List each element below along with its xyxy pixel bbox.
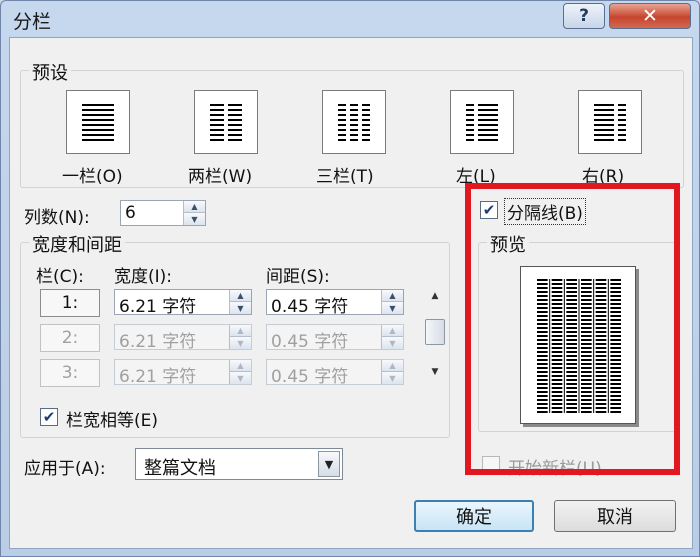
spin-down-icon[interactable]: ▼ [382,302,403,314]
column-3-spacing-spinner[interactable]: 0.45 字符 ▲ ▼ [266,359,404,387]
three-columns-icon [338,104,370,141]
column-3-spacing-value: 0.45 字符 [271,367,349,387]
column-1-width-spinner[interactable]: 6.21 字符 ▲ ▼ [114,289,252,317]
column-2-width-value: 6.21 字符 [119,332,197,352]
cancel-button[interactable]: 取消 [554,500,676,532]
chevron-down-icon[interactable]: ▼ [318,451,340,477]
spin-down-icon[interactable]: ▼ [382,337,403,349]
column-header-label: 栏(C): [36,267,84,287]
one-column-icon [82,104,114,141]
column-number-1: 1: [40,289,100,317]
column-1-spacing-value: 0.45 字符 [271,297,349,317]
scroll-thumb[interactable] [425,319,445,345]
column-3-spacing-spin-buttons: ▲ ▼ [381,360,403,384]
columns-scrollbar[interactable]: ▲ ▼ [422,287,448,383]
column-number-2: 2: [40,324,100,352]
width-spacing-group-title: 宽度和间距 [29,231,125,257]
column-1-width-value: 6.21 字符 [119,297,197,317]
highlight-annotation-box [465,183,680,475]
column-2-spacing-spinner[interactable]: 0.45 字符 ▲ ▼ [266,324,404,352]
spin-up-icon[interactable]: ▲ [382,325,403,337]
columns-count-spinner[interactable]: 6 ▲ ▼ [120,200,206,226]
spin-down-icon[interactable]: ▼ [382,372,403,384]
column-1-spacing-spinner[interactable]: 0.45 字符 ▲ ▼ [266,289,404,317]
spin-down-icon[interactable]: ▼ [230,337,251,349]
equal-width-checkbox[interactable]: ✔ [40,408,58,426]
spin-up-icon[interactable]: ▲ [382,290,403,302]
preset-right-button[interactable] [578,90,642,154]
preset-left-button[interactable] [450,90,514,154]
column-1-width-spin-buttons: ▲ ▼ [229,290,251,314]
columns-count-spin-buttons: ▲ ▼ [183,201,205,225]
column-2-width-spin-buttons: ▲ ▼ [229,325,251,349]
spacing-header-label: 间距(S): [266,267,330,287]
dialog-body: 预设 一栏(O) 两栏(W) 三栏(T) 左(L) 右(R) 列数(N): 6 … [9,37,693,549]
columns-count-label: 列数(N): [24,208,90,228]
spin-up-icon[interactable]: ▲ [184,201,205,213]
preset-three-columns-button[interactable] [322,90,386,154]
right-column-icon [594,104,626,141]
spin-down-icon[interactable]: ▼ [184,213,205,225]
ok-button[interactable]: 确定 [414,500,534,532]
column-3-width-spin-buttons: ▲ ▼ [229,360,251,384]
help-button[interactable]: ? [563,3,605,29]
spin-up-icon[interactable]: ▲ [382,360,403,372]
preset-two-columns-button[interactable] [194,90,258,154]
columns-count-value: 6 [125,203,136,223]
scroll-up-icon[interactable]: ▲ [422,287,448,305]
scroll-down-icon[interactable]: ▼ [422,363,448,381]
columns-dialog: 分栏 ? ✕ 预设 一栏(O) 两栏(W) 三栏(T) 左(L) 右(R) 列数… [0,0,700,557]
spin-down-icon[interactable]: ▼ [230,302,251,314]
preset-one-column-button[interactable] [66,90,130,154]
close-icon: ✕ [642,5,658,27]
column-3-width-value: 6.21 字符 [119,367,197,387]
checkmark-icon: ✔ [42,407,56,426]
column-1-spacing-spin-buttons: ▲ ▼ [381,290,403,314]
column-2-width-spinner[interactable]: 6.21 字符 ▲ ▼ [114,324,252,352]
apply-to-label: 应用于(A): [24,459,106,479]
presets-group-title: 预设 [29,59,71,85]
help-icon: ? [579,6,589,26]
equal-width-label: 栏宽相等(E) [66,411,159,431]
left-column-icon [466,104,498,141]
spin-up-icon[interactable]: ▲ [230,325,251,337]
dialog-title: 分栏 [13,11,52,33]
spin-up-icon[interactable]: ▲ [230,290,251,302]
column-number-3: 3: [40,359,100,387]
width-header-label: 宽度(I): [114,267,173,287]
close-button[interactable]: ✕ [609,3,691,29]
apply-to-combobox[interactable]: 整篇文档 ▼ [135,448,343,480]
column-3-width-spinner[interactable]: 6.21 字符 ▲ ▼ [114,359,252,387]
preset-two-columns-label: 两栏(W) [188,167,253,187]
preset-three-columns-label: 三栏(T) [316,167,374,187]
preset-one-column-label: 一栏(O) [62,167,123,187]
column-2-spacing-spin-buttons: ▲ ▼ [381,325,403,349]
spin-up-icon[interactable]: ▲ [230,360,251,372]
spin-down-icon[interactable]: ▼ [230,372,251,384]
two-columns-icon [210,104,242,141]
title-bar[interactable]: 分栏 ? ✕ [1,1,700,37]
apply-to-value: 整篇文档 [144,458,216,479]
column-2-spacing-value: 0.45 字符 [271,332,349,352]
